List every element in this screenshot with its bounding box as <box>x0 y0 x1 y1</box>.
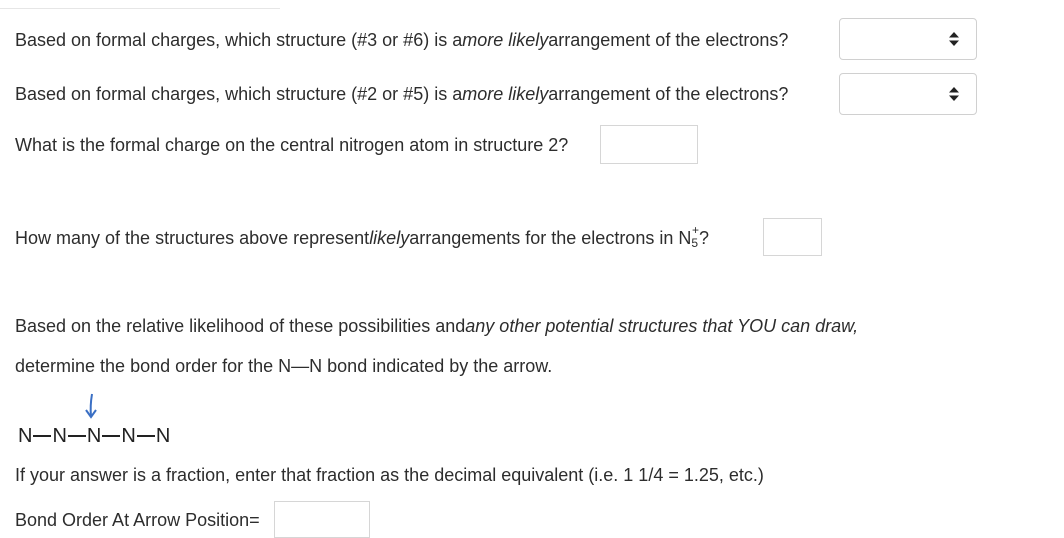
atom-n5: N <box>155 425 171 447</box>
question-bond-order-line1: Based on the relative likelihood of thes… <box>15 315 858 337</box>
question-likely-count: How many of the structures above represe… <box>15 223 710 250</box>
bond-order-row: Bond Order At Arrow Position= <box>15 509 260 531</box>
bond-3 <box>102 434 121 437</box>
hint-text: If your answer is a fraction, enter that… <box>15 465 764 485</box>
question-3-or-6: Based on formal charges, which structure… <box>15 29 788 51</box>
down-arrow-icon <box>85 393 97 419</box>
likely-count-input[interactable] <box>763 218 822 256</box>
question-text: Based on formal charges, which structure… <box>15 84 463 104</box>
atom-n2: N <box>52 425 67 447</box>
bond-4 <box>136 434 155 437</box>
top-divider <box>0 0 280 9</box>
question-formal-charge: What is the formal charge on the central… <box>15 134 568 156</box>
atom-n4: N <box>121 425 136 447</box>
structure-2-or-5-select[interactable] <box>839 73 977 115</box>
question-mark: ? <box>699 228 710 248</box>
question-text: Based on the relative likelihood of thes… <box>15 316 466 336</box>
bond-order-label: Bond Order At Arrow Position= <box>15 510 260 530</box>
question-emphasis: more likely <box>462 84 549 104</box>
question-emphasis: more likely <box>462 30 549 50</box>
question-text: determine the bond order for the N—N bon… <box>15 356 553 376</box>
question-text-mid: arrangements for the electrons in N <box>409 228 692 248</box>
bond-1 <box>33 434 52 437</box>
question-bond-order-line2: determine the bond order for the N—N bon… <box>15 355 552 377</box>
superscript: + <box>692 223 700 237</box>
select-arrows-icon <box>949 87 959 101</box>
question-text-end: arrangement of the electrons? <box>548 84 789 104</box>
question-text-end: arrangement of the electrons? <box>548 30 789 50</box>
atom-n3: N <box>86 425 102 447</box>
question-text: Based on formal charges, which structure… <box>15 30 463 50</box>
nitrogen-chain: NNNNN <box>18 425 170 448</box>
question-2-or-5: Based on formal charges, which structure… <box>15 83 788 105</box>
structure-3-or-6-select[interactable] <box>839 18 977 60</box>
atom-n1: N <box>18 425 33 447</box>
question-emphasis: any other potential structures that YOU … <box>465 316 859 336</box>
select-arrows-icon <box>949 32 959 46</box>
question-emphasis: likely <box>369 228 410 248</box>
question-text: What is the formal charge on the central… <box>15 135 569 155</box>
question-text: How many of the structures above represe… <box>15 228 370 248</box>
fraction-hint: If your answer is a fraction, enter that… <box>15 464 764 486</box>
formal-charge-input[interactable] <box>600 125 698 164</box>
bond-order-input[interactable] <box>274 501 370 538</box>
bond-2-indicated <box>67 434 86 437</box>
